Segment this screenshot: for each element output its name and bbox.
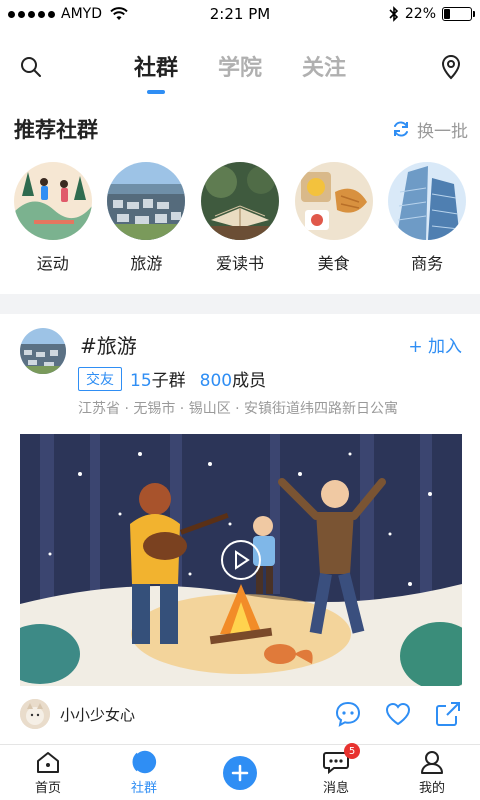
- community-avatar: [20, 328, 66, 374]
- nav-community[interactable]: 社群: [96, 745, 192, 800]
- recommend-header: 推荐社群 换一批: [14, 114, 468, 144]
- recommend-list: 运动 旅游 爱读书 美食 商务: [0, 162, 480, 274]
- nav-publish[interactable]: [192, 745, 288, 800]
- sub-groups-label: 子群: [151, 371, 186, 391]
- section-divider: [0, 294, 480, 314]
- play-button[interactable]: [221, 540, 261, 580]
- action-bar: [334, 700, 462, 728]
- category-tag[interactable]: 交友: [78, 366, 122, 391]
- user-name[interactable]: 小小少女心: [60, 704, 135, 725]
- top-nav: 社群 学院 关注: [0, 40, 480, 100]
- reading-image: [200, 162, 279, 240]
- plus-icon: [223, 755, 257, 790]
- bottom-nav: 首页 社群 5 消息 我的: [0, 743, 480, 800]
- recommend-label: 运动: [36, 254, 69, 273]
- carrier-name: AMYD: [61, 6, 102, 22]
- nav-home-label: 首页: [34, 781, 61, 796]
- user-avatar[interactable]: [20, 699, 50, 729]
- home-icon: [34, 749, 62, 775]
- nav-profile-label: 我的: [418, 781, 445, 796]
- wifi-icon: [110, 7, 128, 20]
- join-button[interactable]: + 加入: [408, 332, 462, 357]
- status-bar: AMYD 2:21 PM 22%: [0, 0, 480, 28]
- video-thumbnail[interactable]: [20, 434, 462, 686]
- members-label: 成员: [232, 371, 267, 391]
- community-icon: [130, 749, 158, 775]
- community-card[interactable]: #旅游 + 加入 交友 15子群 800成员 江苏省 · 无锡市 · 锡山区 ·…: [10, 314, 470, 744]
- nav-messages[interactable]: 5 消息: [288, 743, 384, 800]
- sports-image: [13, 162, 92, 240]
- message-badge: 5: [344, 743, 360, 759]
- recommend-label: 爱读书: [215, 254, 264, 273]
- food-image: [294, 162, 373, 240]
- travel-image: [107, 162, 186, 240]
- heart-icon[interactable]: [384, 700, 412, 728]
- recommend-item-reading[interactable]: 爱读书: [200, 162, 280, 274]
- refresh-button[interactable]: 换一批: [391, 117, 468, 142]
- nav-profile[interactable]: 我的: [384, 745, 480, 800]
- battery-icon: [442, 7, 475, 21]
- recommend-label: 商务: [411, 254, 444, 273]
- tab-following[interactable]: 关注: [302, 50, 346, 86]
- tab-community[interactable]: 社群: [134, 50, 178, 86]
- message-icon: 5: [322, 743, 360, 775]
- recommend-title: 推荐社群: [14, 118, 98, 142]
- refresh-icon: [394, 121, 408, 137]
- play-icon: [235, 550, 250, 570]
- recommend-item-business[interactable]: 商务: [387, 162, 467, 274]
- location-pin-icon[interactable]: [436, 52, 466, 82]
- sub-groups-count: 15: [130, 371, 152, 391]
- community-title: #旅游: [80, 334, 137, 358]
- battery-percent: 22%: [404, 6, 436, 22]
- share-icon[interactable]: [434, 700, 462, 728]
- bluetooth-icon: [389, 6, 399, 22]
- poster-row: 小小少女心: [20, 698, 462, 730]
- nav-messages-label: 消息: [322, 781, 349, 796]
- recommend-label: 旅游: [130, 254, 163, 273]
- business-image: [388, 162, 467, 240]
- recommend-label: 美食: [317, 254, 350, 273]
- nav-community-label: 社群: [130, 781, 157, 796]
- tab-academy[interactable]: 学院: [218, 50, 262, 86]
- refresh-label: 换一批: [417, 121, 468, 142]
- nav-home[interactable]: 首页: [0, 745, 96, 800]
- battery-level: [444, 9, 450, 19]
- members-count: 800: [199, 371, 233, 391]
- signal-icon: [8, 10, 55, 18]
- community-address: 江苏省 · 无锡市 · 锡山区 · 安镇街道纬四路新日公寓: [78, 401, 399, 417]
- profile-icon: [418, 749, 446, 775]
- community-meta: 交友 15子群 800成员: [78, 366, 266, 391]
- tab-bar: 社群 学院 关注: [0, 50, 480, 86]
- recommend-item-travel[interactable]: 旅游: [106, 162, 186, 274]
- comment-icon[interactable]: [334, 700, 362, 728]
- recommend-item-sports[interactable]: 运动: [13, 162, 93, 274]
- recommend-item-food[interactable]: 美食: [294, 162, 374, 274]
